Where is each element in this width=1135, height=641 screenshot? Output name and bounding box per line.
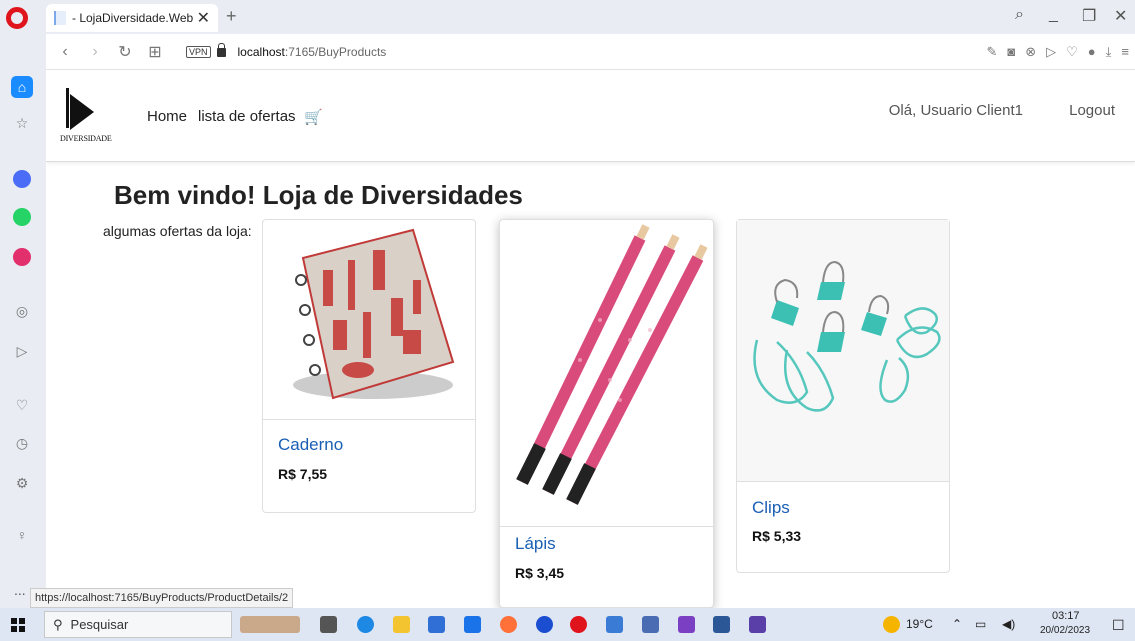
product-card-caderno[interactable]: Caderno R$ 7,55 [262,219,476,513]
whatsapp-icon[interactable] [11,206,33,228]
tabs-grid-icon[interactable]: ⊞ [144,42,166,62]
favorites-icon[interactable]: ♡ [11,394,33,416]
url-path: :7165/BuyProducts [284,44,387,59]
file-explorer-icon[interactable] [393,616,410,633]
product-price-clips: R$ 5,33 [752,528,802,544]
product-card-lapis[interactable]: Lápis R$ 3,45 [499,219,714,608]
app-blue-icon[interactable] [642,616,659,633]
heart-icon[interactable]: ♡ [1066,44,1078,60]
edit-icon[interactable]: ✎ [986,44,997,60]
opera-logo-icon[interactable] [6,7,28,29]
volume-icon[interactable]: ◀) [1002,617,1015,631]
url-field[interactable]: localhost:7165/BuyProducts [238,45,387,59]
browser-tab[interactable]: - LojaDiversidade.Web ✕ [46,4,218,32]
close-window-icon[interactable]: ✕ [1114,6,1127,26]
search-icon: ⚲ [53,616,63,632]
product-image-pencils[interactable] [500,220,713,527]
tray-chevron-icon[interactable]: ⌃ [952,617,962,631]
app-purple-icon[interactable] [749,616,766,633]
search-tabs-icon[interactable]: ⌕ [1015,6,1024,24]
browser-sidebar: ⌂ ☆ ◎ ▷ ♡ ◷ ⚙ ♀ [0,34,46,608]
temperature-text[interactable]: 19°C [906,617,933,631]
tab-title: - LojaDiversidade.Web [72,11,194,25]
lock-icon[interactable] [216,43,226,57]
instagram-icon[interactable] [11,246,33,268]
minimize-icon[interactable]: _ [1049,6,1058,24]
opera-taskbar-icon[interactable] [570,616,587,633]
news-widget-icon[interactable] [240,616,300,633]
windows-taskbar: ⚲ Pesquisar 19°C ⌃ ▭ ◀) 03:17 20/02/2023… [0,608,1135,641]
weather-icon[interactable] [883,616,900,633]
reload-icon[interactable]: ↻ [114,42,136,62]
tips-bulb-icon[interactable]: ♀ [11,524,33,546]
product-image-clips[interactable] [737,220,949,482]
url-host: localhost [237,44,285,59]
site-navbar: DIVERSIDADE Home lista de ofertas 🛒 Olá,… [46,70,1135,162]
site-logo[interactable]: DIVERSIDADE [60,86,120,150]
clock-date[interactable]: 20/02/2023 [1040,625,1090,636]
nav-offers-link[interactable]: lista de ofertas [198,108,296,125]
send-icon[interactable]: ▷ [1046,44,1056,60]
forward-icon[interactable]: › [84,43,106,61]
settings-gear-icon[interactable]: ⚙ [11,472,33,494]
star-icon[interactable]: ☆ [11,112,33,134]
menu-icon[interactable]: ≡ [1121,44,1129,60]
page-heading: Bem vindo! Loja de Diversidades [114,180,523,210]
messenger-icon[interactable] [11,168,33,190]
visual-studio-icon[interactable] [678,616,695,633]
word-icon[interactable] [713,616,730,633]
download-icon[interactable]: ⤓ [1106,44,1112,60]
taskbar-search-placeholder: Pesquisar [70,617,129,632]
new-tab-button[interactable]: + [226,6,237,27]
product-price-caderno: R$ 7,55 [278,466,328,482]
shopping-cart-icon[interactable]: 🛒 [304,108,323,126]
user-greeting[interactable]: Olá, Usuario Client1 [889,102,1023,119]
windows-start-icon[interactable] [11,618,25,632]
status-bar-link: https://localhost:7165/BuyProducts/Produ… [30,588,294,608]
offers-label: algumas ofertas da loja: [103,223,252,239]
profile-icon[interactable]: ● [1088,44,1096,60]
taskbar-search-input[interactable]: ⚲ Pesquisar [44,611,232,638]
mail-icon[interactable] [464,616,481,633]
camera-icon[interactable]: ◙ [1007,44,1015,60]
block-icon[interactable]: ⊗ [1025,44,1036,60]
player-icon[interactable]: ◎ [11,300,33,322]
flow-icon[interactable]: ▷ [11,340,33,362]
clock-time[interactable]: 03:17 [1052,610,1080,622]
edge-icon[interactable] [357,616,374,633]
address-bar-icons: ✎ ◙ ⊗ ▷ ♡ ● ⤓ ≡ [986,44,1129,60]
product-price-lapis: R$ 3,45 [515,565,565,581]
web-page: DIVERSIDADE Home lista de ofertas 🛒 Olá,… [46,70,1135,608]
browser-tab-bar: - LojaDiversidade.Web ✕ + ⌕ _ ❐ ✕ [0,0,1135,34]
photos-icon[interactable] [606,616,623,633]
app-c-icon[interactable] [536,616,553,633]
notifications-icon[interactable]: ☐ [1112,617,1125,634]
vpn-badge[interactable]: VPN [186,45,211,58]
back-icon[interactable]: ‹ [54,43,76,61]
task-view-icon[interactable] [320,616,337,633]
tab-close-icon[interactable]: ✕ [197,8,210,28]
nav-home-link[interactable]: Home [147,108,187,125]
logo-text: DIVERSIDADE [60,134,112,143]
network-icon[interactable]: ▭ [975,617,986,631]
logout-link[interactable]: Logout [1069,102,1115,119]
sidebar-more-icon[interactable]: ... [14,582,26,598]
store-icon[interactable] [428,616,445,633]
product-name-clips[interactable]: Clips [752,498,790,518]
tab-favicon-icon [54,11,66,25]
restore-icon[interactable]: ❐ [1082,6,1096,26]
product-name-lapis[interactable]: Lápis [515,534,556,554]
product-card-clips[interactable]: Clips R$ 5,33 [736,219,950,573]
firefox-icon[interactable] [500,616,517,633]
history-icon[interactable]: ◷ [11,432,33,454]
address-bar: ‹ › ↻ ⊞ VPN localhost:7165/BuyProducts ✎… [46,34,1135,70]
product-image-notebook[interactable] [263,220,475,420]
product-name-caderno[interactable]: Caderno [278,435,343,455]
home-icon[interactable]: ⌂ [11,76,33,98]
